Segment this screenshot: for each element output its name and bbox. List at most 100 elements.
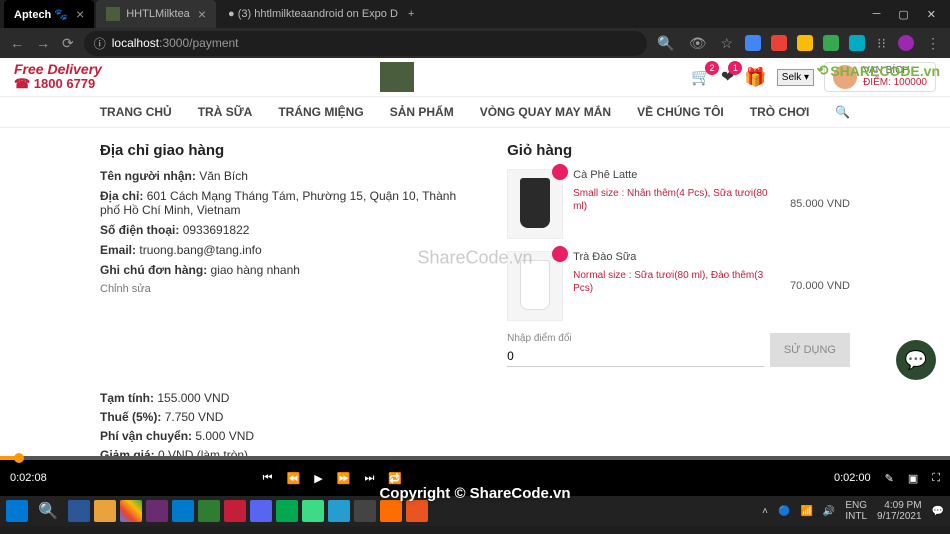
screenshot-icon[interactable]: ▣ [908, 472, 918, 485]
taskbar-app[interactable] [94, 500, 116, 522]
taskbar-app[interactable] [328, 500, 350, 522]
close-window-icon[interactable]: ✕ [927, 8, 936, 21]
ext-icon[interactable] [823, 35, 839, 51]
forward-icon[interactable]: → [34, 33, 52, 53]
taskbar-app[interactable] [198, 500, 220, 522]
tab-title: HHTLMilktea [126, 8, 190, 20]
nav-link[interactable]: VÒNG QUAY MAY MẮN [480, 105, 611, 119]
product-name: Cà Phê Latte [573, 169, 780, 181]
back-icon[interactable]: ← [8, 33, 26, 53]
video-duration: 0:02:00 [834, 472, 871, 484]
cart-title: Giỏ hàng [507, 142, 850, 159]
tray-icon[interactable]: 🔊 [823, 506, 835, 517]
tray-icon[interactable]: 📶 [800, 506, 812, 517]
taskbar-app[interactable] [302, 500, 324, 522]
puzzle-icon[interactable]: ⁝⁝ [875, 33, 888, 54]
favicon [106, 7, 120, 21]
taskbar-app[interactable] [250, 500, 272, 522]
ext-icon[interactable] [771, 35, 787, 51]
keyboard-layout[interactable]: ENG INTL [845, 500, 867, 522]
taskbar-app[interactable] [172, 500, 194, 522]
next-icon[interactable]: ⏭ [364, 472, 374, 485]
points-label: Nhập điểm đổi [507, 333, 764, 344]
browser-tab[interactable]: Aptech 🐾 × [4, 0, 94, 28]
system-clock[interactable]: 4:09 PM 9/17/2021 [877, 500, 922, 522]
video-time: 0:02:08 [10, 472, 47, 484]
cart-icon[interactable]: 🛒2 [691, 67, 711, 87]
address-row: Địa chỉ: 601 Cách Mạng Tháng Tám, Phường… [100, 189, 477, 217]
forward-icon[interactable]: ⏩ [337, 472, 351, 485]
nav-link[interactable]: SẢN PHẨM [390, 105, 454, 119]
nav-link[interactable]: TRÒ CHƠI [750, 105, 810, 119]
prev-icon[interactable]: ⏮ [263, 472, 273, 485]
taskbar-app[interactable] [224, 500, 246, 522]
search-icon[interactable]: 🔍 [655, 33, 676, 54]
ext-icon[interactable] [797, 35, 813, 51]
nav-link[interactable]: TRÁNG MIỆNG [278, 105, 363, 119]
heart-icon[interactable]: ❤1 [721, 67, 734, 87]
video-progress[interactable] [0, 456, 950, 460]
page-content: ⟲SHARECODE.vn Free Delivery ☎ 1800 6779 … [0, 58, 950, 458]
taskbar-app[interactable] [68, 500, 90, 522]
cart-item: Cà Phê Latte Small size : Nhân thêm(4 Pc… [507, 169, 850, 239]
close-icon[interactable]: × [76, 6, 84, 22]
ext-icon[interactable] [745, 35, 761, 51]
chat-bubble-icon[interactable]: 💬 [896, 340, 936, 380]
taskbar-app[interactable] [276, 500, 298, 522]
maximize-icon[interactable]: ▢ [898, 8, 908, 21]
edit-icon[interactable]: ✎ [885, 472, 894, 485]
browser-titlebar: Aptech 🐾 × HHTLMilktea × ● (3) hhtlmilkt… [0, 0, 950, 28]
taskbar-app[interactable] [120, 500, 142, 522]
apply-points-button[interactable]: SỬ DỤNG [770, 333, 850, 367]
fullscreen-icon[interactable]: ⛶ [932, 472, 940, 485]
reload-icon[interactable]: ⟳ [60, 33, 76, 54]
url-input[interactable]: ⓘ localhost:3000/payment [84, 31, 648, 56]
menu-icon[interactable]: ⋮ [924, 33, 942, 54]
taskbar-app[interactable] [380, 500, 402, 522]
product-name: Trà Đào Sữa [573, 251, 780, 263]
notification-icon[interactable]: 💬 [932, 506, 944, 517]
order-totals: Tạm tính: 155.000 VND Thuế (5%): 7.750 V… [100, 391, 477, 458]
product-image [507, 169, 563, 239]
product-image [507, 251, 563, 321]
start-icon[interactable] [6, 500, 28, 522]
shipping-title: Địa chỉ giao hàng [100, 142, 477, 159]
taskbar-app[interactable] [354, 500, 376, 522]
nav-link[interactable]: TRANG CHỦ [100, 105, 172, 119]
profile-icon[interactable] [898, 35, 914, 51]
play-icon[interactable]: ▶ [314, 472, 322, 485]
browser-tab[interactable]: ● (3) hhtlmilkteaandroid on Expo D… × [218, 0, 398, 28]
product-desc: Normal size : Sữa tươi(80 ml), Đào thêm(… [573, 269, 780, 295]
delivery-banner: Free Delivery ☎ 1800 6779 [14, 62, 102, 92]
main-nav: TRANG CHỦ TRÀ SỮA TRÁNG MIỆNG SẢN PHẨM V… [0, 96, 950, 128]
points-input[interactable] [507, 346, 764, 367]
tray-icon[interactable]: 🔵 [778, 506, 790, 517]
taskbar-app[interactable] [406, 500, 428, 522]
nav-link[interactable]: TRÀ SỮA [198, 105, 253, 119]
minimize-icon[interactable]: ─ [873, 8, 881, 21]
site-header: Free Delivery ☎ 1800 6779 🛒2 ❤1 🎁 Selk ▾… [0, 58, 950, 96]
taskbar-app[interactable] [146, 500, 168, 522]
search-icon[interactable]: 🔍 [835, 105, 850, 119]
gift-icon[interactable]: 🎁 [744, 67, 766, 88]
nav-link[interactable]: VỀ CHÚNG TÔI [637, 105, 724, 119]
recipient-row: Tên người nhận: Văn Bích [100, 169, 477, 183]
browser-tab[interactable]: HHTLMilktea × [96, 0, 216, 28]
task-search-icon[interactable]: 🔍 [32, 501, 64, 521]
eye-icon[interactable]: 👁 [687, 33, 709, 54]
close-icon[interactable]: × [198, 6, 206, 22]
phone-row: Số điện thoại: 0933691822 [100, 223, 477, 237]
language-selector[interactable]: Selk ▾ [777, 69, 814, 86]
loop-icon[interactable]: 🔁 [388, 472, 402, 485]
tray-chevron-icon[interactable]: ˄ [762, 506, 768, 517]
extension-icons: 🔍 👁 ☆ ⁝⁝ ⋮ [655, 33, 942, 54]
rewind-icon[interactable]: ⏪ [287, 472, 301, 485]
star-icon[interactable]: ☆ [719, 33, 736, 54]
note-row: Ghi chú đơn hàng: giao hàng nhanh [100, 263, 477, 277]
watermark-top: ⟲SHARECODE.vn [817, 62, 940, 79]
ext-icon[interactable] [849, 35, 865, 51]
edit-link[interactable]: Chỉnh sửa [100, 283, 477, 295]
new-tab-button[interactable]: + [400, 8, 422, 20]
site-logo[interactable] [380, 62, 414, 92]
product-desc: Small size : Nhân thêm(4 Pcs), Sữa tươi(… [573, 187, 780, 213]
